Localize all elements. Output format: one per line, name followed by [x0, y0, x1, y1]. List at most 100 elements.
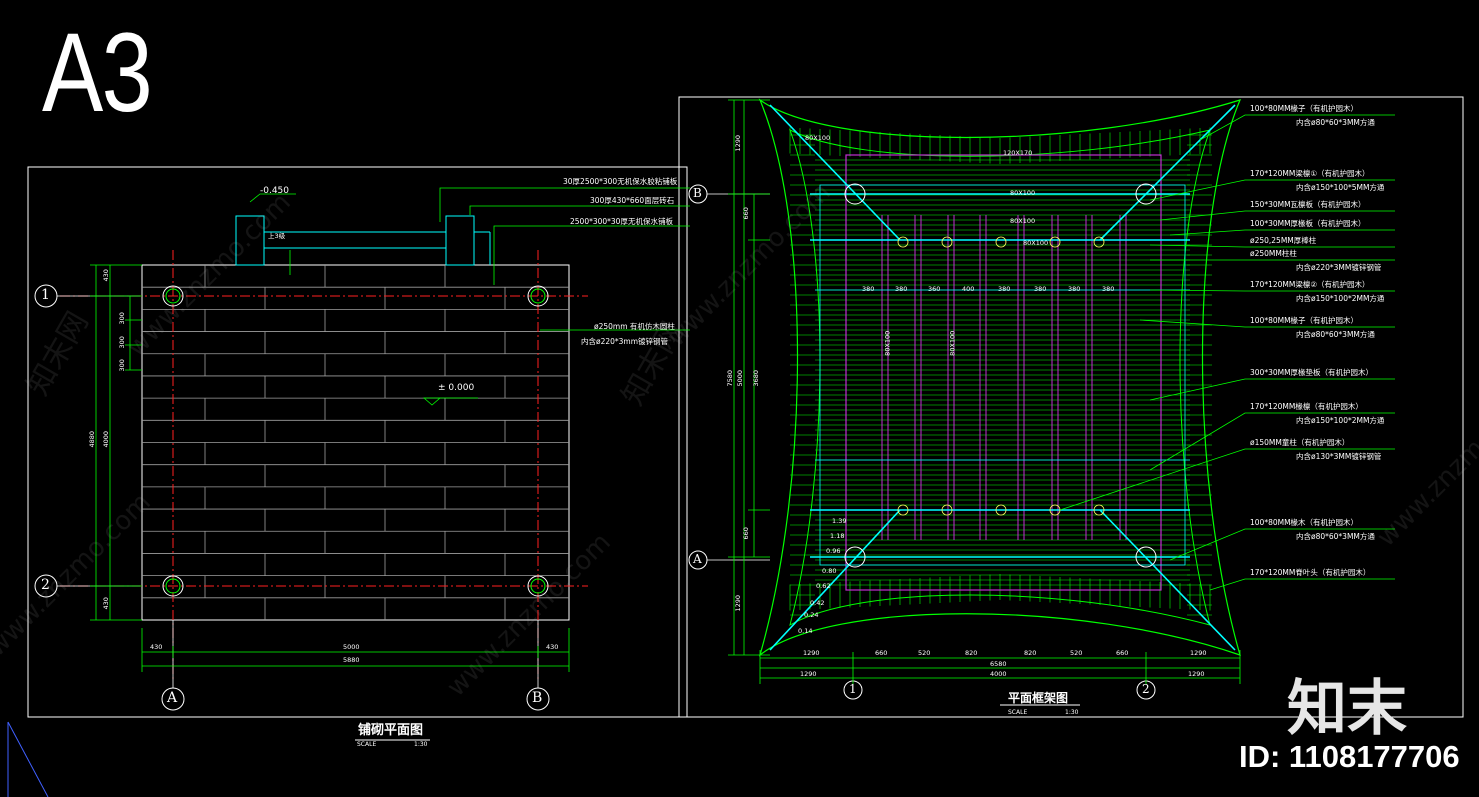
beam-label: 80X100 — [1023, 239, 1049, 247]
right-callout-10: 170*120MM椽檩（有机护园木） — [1250, 402, 1363, 411]
spacing-label: 380 — [998, 285, 1011, 293]
left-dim: 5000 — [736, 369, 745, 387]
bdim-430-left: 430 — [150, 643, 163, 651]
left-dim: 1290 — [734, 134, 743, 152]
left-plan — [34, 187, 690, 741]
step-right — [445, 215, 475, 266]
left-dim: 660 — [741, 207, 750, 220]
corner-offset-label: 1.39 — [832, 517, 847, 525]
callout-left-1: 30厚2500*300无机保水胶粘铺板 — [563, 177, 678, 186]
dim-300-a: 300 — [117, 312, 126, 325]
right-callout-sub-8: 内含ø80*60*3MM方通 — [1296, 330, 1375, 339]
corner-offset-label: 0.96 — [826, 547, 841, 555]
bottom-dim: 820 — [965, 649, 978, 657]
bottom-total: 6580 — [990, 660, 1007, 668]
grid-col-b: B — [532, 690, 543, 706]
right-callout-3: 150*30MM瓦檩板（有机护园木） — [1250, 200, 1366, 209]
image-id: ID: 1108177706 — [1239, 739, 1460, 774]
spacing-label: 380 — [1068, 285, 1081, 293]
callout-leader — [1149, 289, 1395, 292]
bottom-dim: 660 — [875, 649, 888, 657]
bottom-dim-row2: 4000 — [990, 670, 1007, 678]
bdim-5880: 5880 — [343, 656, 360, 664]
right-callout-sub-10: 内含ø150*100*2MM方通 — [1296, 416, 1385, 425]
sheet-label: A3 — [42, 10, 153, 135]
left-scale-label: SCALE — [357, 741, 377, 748]
right-callout-sub-7: 内含ø150*100*2MM方通 — [1296, 294, 1385, 303]
right-callout-12: 100*80MM椽木（有机护园木） — [1250, 518, 1359, 527]
dim-300-c: 300 — [117, 359, 126, 372]
beam-label: 80X100 — [883, 330, 892, 356]
spacing-label: 400 — [962, 285, 975, 293]
callout-left-2: 300厚430*660面层砖石 — [590, 196, 675, 205]
corner-offset-label: 1.18 — [830, 532, 845, 540]
right-callout-sub-11: 内含ø130*3MM镀锌钢管 — [1296, 452, 1382, 461]
dim-4880: 4880 — [88, 430, 97, 448]
grid-col-a: A — [167, 690, 178, 706]
beam-label: 120X170 — [1003, 149, 1033, 157]
dim-4000: 4000 — [102, 430, 111, 448]
grid-row-1: 1 — [41, 287, 50, 303]
left-scale-value: 1:30 — [414, 741, 428, 748]
right-scale-label: SCALE — [1008, 709, 1028, 716]
left-dim: 7580 — [726, 369, 735, 387]
bottom-dim-row2: 1290 — [800, 670, 817, 678]
right-plan-title: 平面框架图 — [1008, 691, 1069, 705]
bottom-dim: 520 — [1070, 649, 1083, 657]
right-callout-9: 300*30MM厚椽垫板（有机护园木） — [1250, 368, 1374, 377]
right-callout-6: ø250MM柱柱 — [1250, 249, 1297, 258]
right-callout-sub-1: 内含ø80*60*3MM方通 — [1296, 118, 1375, 127]
spacing-label: 380 — [862, 285, 875, 293]
bottom-dim-row2: 1290 — [1188, 670, 1205, 678]
right-callout-11: ø150MM童柱（有机护园木） — [1250, 438, 1350, 447]
bottom-dim: 1290 — [803, 649, 820, 657]
spacing-label: 380 — [1034, 285, 1047, 293]
right-callout-sub-6: 内含ø220*3MM镀锌钢管 — [1296, 263, 1382, 272]
level-main: ± 0.000 — [438, 383, 475, 393]
corner-offset-label: 0.42 — [810, 599, 825, 607]
beam-label: 80X100 — [1010, 189, 1036, 197]
callout-left-3: 2500*300*30厚无机保水铺板 — [570, 217, 673, 226]
grid-row-b: B — [693, 186, 702, 200]
beam-label: 80X100 — [1010, 217, 1036, 225]
right-callout-2: 170*120MM梁檩①（有机护园木） — [1250, 169, 1370, 178]
bdim-430-right: 430 — [546, 643, 559, 651]
left-dim: 1290 — [734, 594, 743, 612]
brand-logo: 知末 — [1287, 674, 1407, 744]
bottom-dim: 660 — [1116, 649, 1129, 657]
left-frame — [27, 166, 688, 718]
left-dim: 3680 — [752, 369, 761, 387]
drawing-canvas — [7, 96, 1464, 797]
callout-leader — [1169, 229, 1395, 236]
bdim-5000: 5000 — [343, 643, 360, 651]
bottom-dim: 520 — [918, 649, 931, 657]
right-callout-4: 100*30MM厚椽板（有机护园木） — [1250, 219, 1366, 228]
dim-430-top: 430 — [101, 269, 110, 282]
corner-offset-label: 0.62 — [816, 582, 831, 590]
callout-leader — [1149, 378, 1395, 401]
right-scale-value: 1:30 — [1065, 709, 1079, 716]
right-callout-8: 100*80MM椽子（有机护园木） — [1250, 316, 1359, 325]
bottom-dim: 1290 — [1190, 649, 1207, 657]
beam-label: 80X100 — [948, 330, 957, 356]
beam-label: 80X100 — [805, 134, 831, 142]
corner-offset-label: 0.14 — [798, 627, 813, 635]
right-callout-sub-12: 内含ø80*60*3MM方通 — [1296, 532, 1375, 541]
spacing-label: 380 — [895, 285, 908, 293]
right-callout-5: ø250,25MM厚棒柱 — [1250, 236, 1317, 245]
spacing-label: 360 — [928, 285, 941, 293]
corner-offset-label: 0.80 — [822, 567, 837, 575]
left-dim: 660 — [741, 527, 750, 540]
corner-offset-label: 0.24 — [804, 611, 819, 619]
right-callout-1: 100*80MM椽子（有机护园木） — [1250, 104, 1359, 113]
grid-row-a: A — [693, 552, 702, 566]
callout-leader — [1209, 578, 1395, 591]
grid-col-2: 2 — [1142, 682, 1150, 696]
right-callout-sub-2: 内含ø150*100*5MM方通 — [1296, 183, 1385, 192]
spacing-label: 380 — [1102, 285, 1115, 293]
left-plan-title: 铺砌平面图 — [358, 723, 424, 738]
dim-430-bottom: 430 — [101, 597, 110, 610]
right-callout-13: 170*120MM脊叶头（有机护园木） — [1250, 568, 1371, 577]
corner-mark — [7, 721, 49, 797]
bottom-dim: 820 — [1024, 649, 1037, 657]
